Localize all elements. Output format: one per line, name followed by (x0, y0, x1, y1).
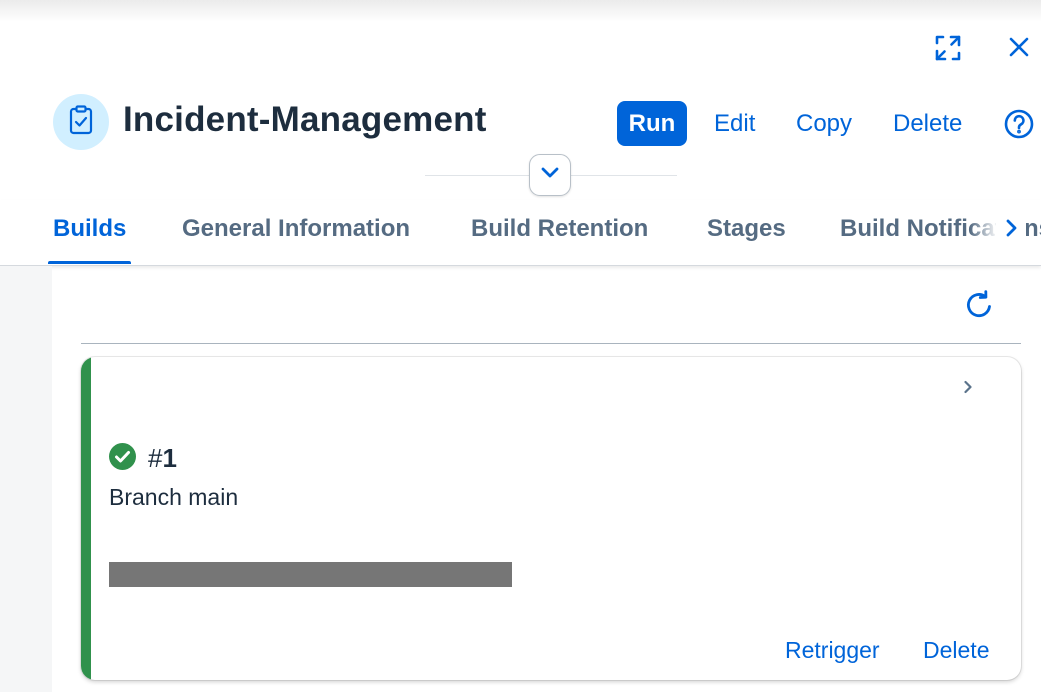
run-button[interactable]: Run (617, 101, 687, 146)
collapse-divider-left (425, 175, 529, 176)
copy-button[interactable]: Copy (796, 101, 852, 146)
fullscreen-icon[interactable] (931, 31, 965, 65)
chevron-down-icon (541, 166, 559, 184)
left-gutter (0, 266, 52, 692)
tab-stages[interactable]: Stages (707, 215, 786, 243)
tabs-overflow-fade (970, 200, 998, 264)
clipboard-check-icon (68, 104, 94, 140)
chevron-right-icon[interactable] (956, 375, 980, 399)
help-circle-icon[interactable] (1001, 106, 1037, 142)
active-tab-indicator (48, 261, 131, 264)
collapse-header-button[interactable] (529, 154, 571, 196)
build-number-hash: # (148, 443, 163, 473)
chevron-right-icon (1005, 219, 1017, 242)
refresh-icon[interactable] (959, 285, 999, 325)
avatar (53, 94, 109, 150)
page-title: Incident-Management (123, 100, 487, 139)
tab-bar: Builds General Information Build Retenti… (0, 200, 1041, 266)
build-delete-button[interactable]: Delete (923, 637, 989, 664)
tab-builds[interactable]: Builds (53, 215, 126, 243)
retrigger-button[interactable]: Retrigger (785, 637, 880, 664)
collapse-divider-right (571, 175, 677, 176)
build-number-value: 1 (162, 443, 177, 473)
build-status-bar (81, 357, 91, 680)
close-icon[interactable] (1003, 31, 1035, 63)
delete-button[interactable]: Delete (893, 101, 962, 146)
build-number: #1 (148, 443, 177, 474)
tab-build-retention[interactable]: Build Retention (471, 215, 648, 243)
edit-button[interactable]: Edit (714, 101, 755, 146)
redacted-text-block (109, 562, 512, 587)
success-check-icon (109, 443, 136, 470)
top-shade (0, 0, 1041, 22)
build-branch: Branch main (109, 484, 239, 510)
toolbar-divider (81, 343, 1021, 344)
tab-general-information[interactable]: General Information (182, 215, 410, 243)
build-card[interactable]: #1 Branch main Retrigger Delete (81, 357, 1021, 680)
tabs-scroll-right-button[interactable] (996, 214, 1026, 246)
